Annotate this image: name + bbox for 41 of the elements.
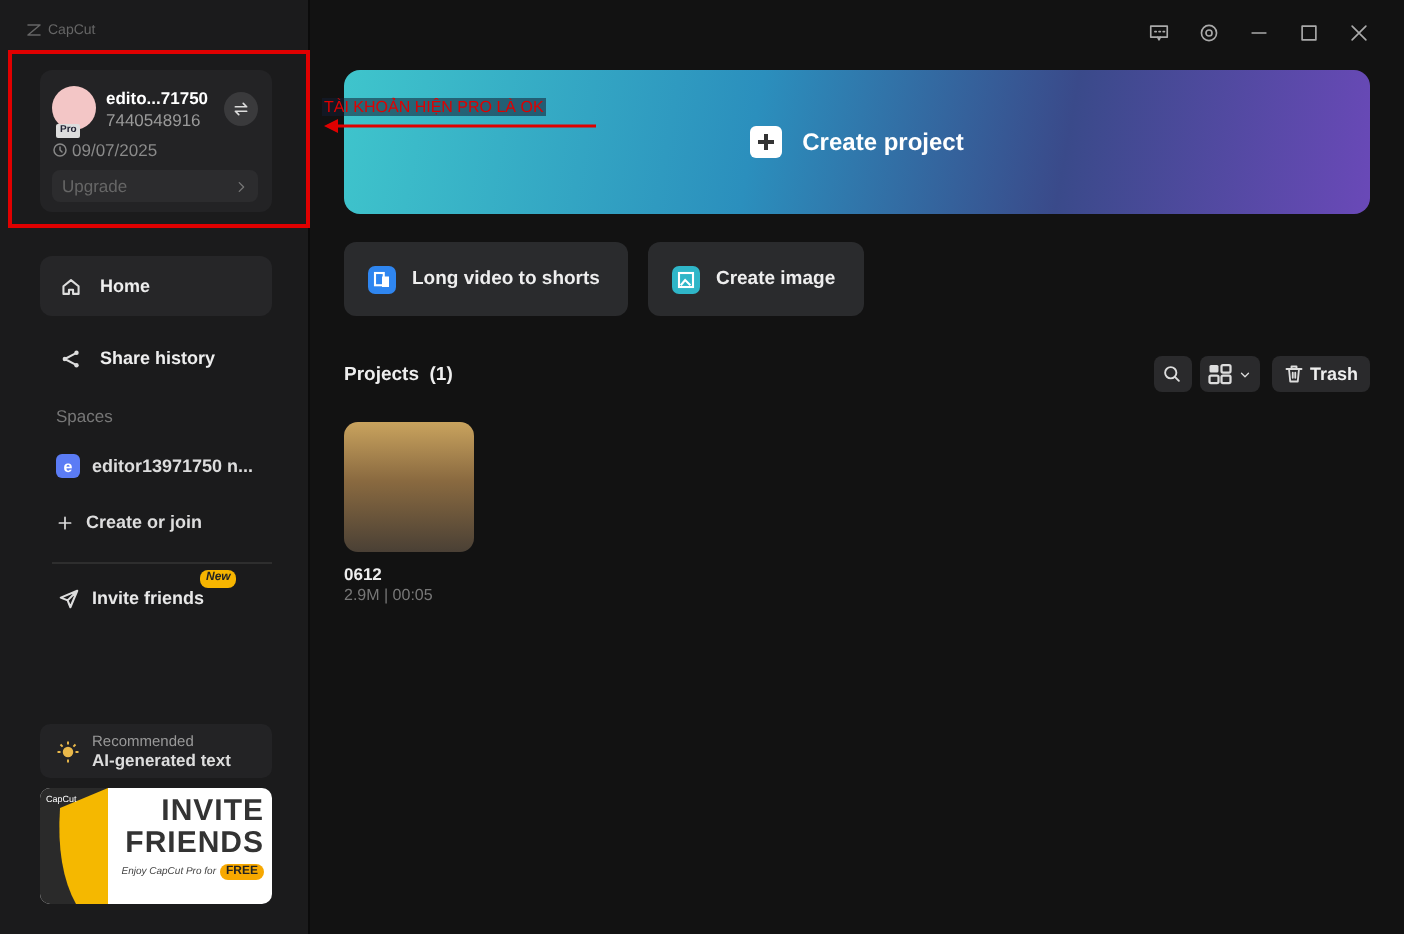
trash-button[interactable]: Trash [1271,356,1370,392]
nav-item[interactable]: Home [40,256,272,316]
caret-icon [1237,367,1252,381]
quick-action-button[interactable]: Create image [647,242,864,316]
trash-icon [1283,364,1304,384]
clock-icon [52,142,68,158]
view-toggle-button[interactable] [1199,356,1260,392]
section-heading: Spaces [56,406,115,426]
image-icon [671,265,700,293]
expiry-date: 09/07/2025 [72,140,158,160]
project-meta: 2.9M | 00:05 [344,586,435,604]
home-icon [60,275,82,297]
quick-action-button[interactable]: Long video to shorts [344,242,628,316]
logo-icon [26,22,42,38]
video-thumbnail-placeholder[interactable] [344,422,474,552]
chevron-right-icon [234,179,248,193]
space-avatar: e [56,454,80,478]
account-name: edito...71750 [106,87,211,109]
space-item[interactable]: e editor13971750 n... [40,438,272,494]
search-button[interactable] [1153,356,1192,392]
project-name: 0612 [344,564,384,584]
maximize-icon[interactable] [1298,21,1320,43]
switch-account-button[interactable] [224,91,258,125]
plus-icon [750,126,783,158]
share-icon [60,347,82,369]
search-icon [1162,364,1183,384]
close-icon[interactable] [1348,21,1370,43]
annotation-text: TÀI KHOẢN HIỆN PRO LÀ OK [322,98,546,116]
recommendation-title: AI-generated text [92,750,231,770]
paper-plane-icon [58,587,80,609]
section-title: Projects (1) [344,363,453,385]
plus-icon [56,513,74,531]
create-space-item[interactable]: Create or join [40,494,272,550]
settings-icon[interactable] [1198,21,1220,43]
account-id: 7440548916 [106,109,203,129]
feedback-icon[interactable] [1148,21,1170,43]
promo-headline: FRIENDS [125,828,264,860]
grid-view-icon [1207,362,1232,386]
nav-item[interactable]: Share history [40,328,272,388]
promo-headline: INVITE [161,796,264,828]
swap-arrows-icon [232,99,250,117]
